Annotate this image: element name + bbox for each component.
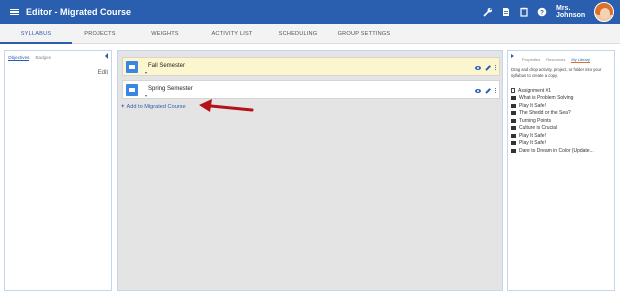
tab-resources[interactable]: Resources: [546, 57, 565, 63]
app-root: Editor - Migrated Course ? Mrs. Johnson …: [0, 0, 620, 296]
library-item-label: Assignment #1: [518, 87, 552, 94]
collapse-left-icon[interactable]: [105, 53, 108, 59]
list-item[interactable]: Play It Safe!: [511, 132, 615, 140]
chevron-down-icon[interactable]: ▾: [145, 70, 147, 75]
list-item[interactable]: Play It Safe!: [511, 102, 615, 110]
tab-group-settings[interactable]: GROUP SETTINGS: [334, 24, 394, 44]
library-list: Assignment #1 What is Problem Solving Pl…: [511, 87, 615, 155]
folder-icon: [126, 61, 138, 73]
tab-badges[interactable]: Badges: [35, 55, 51, 61]
folder-icon: [511, 126, 516, 131]
list-item[interactable]: Spring Semester ▾: [122, 80, 500, 99]
list-item[interactable]: Fall Semester ▾: [122, 57, 500, 76]
svg-text:?: ?: [540, 9, 544, 16]
list-item[interactable]: The Shedd or the Sea?: [511, 110, 615, 118]
user-name[interactable]: Mrs. Johnson: [556, 5, 590, 19]
library-instructions: Drag and drop activity, project, or fold…: [511, 67, 602, 78]
folder-icon: [511, 96, 516, 101]
help-icon[interactable]: ?: [536, 6, 548, 18]
list-item[interactable]: Play It Safe!: [511, 140, 615, 148]
tab-syllabus[interactable]: SYLLABUS: [0, 24, 72, 44]
menu-icon[interactable]: [10, 8, 19, 16]
course-name: Fall Semester: [148, 63, 186, 69]
folder-icon: [126, 84, 138, 96]
folder-icon: [511, 133, 516, 138]
more-options-icon[interactable]: [495, 64, 497, 71]
list-item[interactable]: What is Problem Solving: [511, 95, 615, 103]
more-options-icon[interactable]: [495, 87, 497, 94]
app-header: Editor - Migrated Course ? Mrs. Johnson: [0, 0, 620, 24]
chevron-down-icon[interactable]: ▾: [145, 93, 147, 98]
list-item[interactable]: Assignment #1: [511, 87, 615, 95]
folder-icon: [511, 148, 516, 153]
plus-icon: +: [121, 104, 125, 110]
list-item[interactable]: Dare to Dream in Color (Update...: [511, 147, 615, 155]
folder-icon: [511, 118, 516, 123]
library-item-label: Culture is Crucial: [519, 125, 558, 132]
document-icon: [511, 88, 515, 94]
pencil-icon[interactable]: [485, 64, 491, 71]
list-item[interactable]: Turning Points: [511, 117, 615, 125]
library-item-label: Play It Safe!: [519, 132, 546, 139]
tab-objectives[interactable]: Objectives: [8, 55, 30, 61]
eye-icon[interactable]: [475, 65, 481, 70]
tab-projects[interactable]: PROJECTS: [72, 24, 128, 44]
library-item-label: Turning Points: [519, 117, 552, 124]
document-icon[interactable]: [500, 6, 512, 18]
folder-icon: [511, 103, 516, 108]
clipboard-icon[interactable]: [518, 6, 530, 18]
tab-my-library[interactable]: My Library: [571, 57, 591, 63]
item-actions: [475, 86, 497, 95]
folder-icon: [511, 111, 516, 116]
course-name: Spring Semester: [148, 86, 193, 92]
add-to-course-link[interactable]: + Add to Migrated Course: [121, 104, 186, 110]
syllabus-panel: Fall Semester ▾ Spring Semester ▾ + Add …: [117, 50, 503, 291]
library-item-label: Play It Safe!: [519, 140, 546, 147]
left-panel-tabs: Objectives Badges: [8, 55, 57, 61]
wrench-icon[interactable]: [482, 6, 494, 18]
header-toolbar: ? Mrs. Johnson: [482, 0, 620, 24]
objectives-panel: Objectives Badges Edit: [4, 50, 112, 291]
library-item-label: What is Problem Solving: [519, 95, 574, 102]
edit-link[interactable]: Edit: [98, 70, 108, 76]
library-item-label: Dare to Dream in Color (Update...: [519, 147, 594, 154]
library-item-label: Play It Safe!: [519, 102, 546, 109]
arrow-annotation: [199, 99, 254, 112]
eye-icon[interactable]: [475, 88, 481, 93]
tab-weights[interactable]: WEIGHTS: [128, 24, 202, 44]
page-title: Editor - Migrated Course: [26, 7, 132, 17]
active-tab-indicator: [0, 42, 72, 44]
library-item-label: The Shedd or the Sea?: [519, 110, 571, 117]
tab-scheduling[interactable]: SCHEDULING: [262, 24, 334, 44]
list-item[interactable]: Culture is Crucial: [511, 125, 615, 133]
folder-icon: [511, 141, 516, 146]
collapse-right-icon[interactable]: [511, 54, 514, 58]
library-panel: Properties Resources My Library Drag and…: [507, 50, 615, 291]
item-actions: [475, 63, 497, 72]
tab-activity-list[interactable]: ACTIVITY LIST: [202, 24, 262, 44]
avatar[interactable]: [594, 2, 614, 22]
main-tabs: SYLLABUS PROJECTS WEIGHTS ACTIVITY LIST …: [0, 24, 620, 44]
add-link-label: Add to Migrated Course: [126, 104, 186, 110]
pencil-icon[interactable]: [485, 87, 491, 94]
tab-properties[interactable]: Properties: [522, 57, 540, 63]
right-panel-tabs: Properties Resources My Library: [522, 57, 596, 63]
